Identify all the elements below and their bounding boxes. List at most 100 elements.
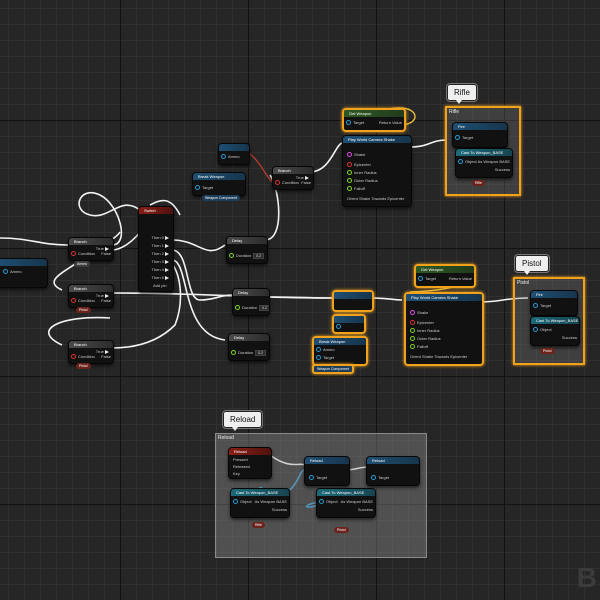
object-pin-icon [533,327,538,333]
node-header: Play World Camera Shake [406,294,482,301]
node-header: Get Weapon [344,110,404,117]
vector-pin-icon [410,320,415,326]
bool-pin-icon [71,354,76,360]
delay-node-b[interactable]: Delay Duration 0.2 [232,288,270,316]
object-pin-icon [336,324,341,330]
weapon-component-variable[interactable]: Weapon Component [312,364,355,374]
node-header [0,259,47,266]
float-pin-icon [235,305,240,311]
ammo-variable[interactable]: Ammo [74,261,91,267]
branch-node-low[interactable]: Branch True Condition False [68,340,114,364]
break-weapon-node-pistol-top[interactable] [332,290,374,312]
break-weapon-node[interactable]: Break Weapon Target [192,172,246,196]
reload-cast-node-b[interactable]: Cast To Weapon_BASE Object As Weapon BAS… [316,488,376,518]
delay-node-c[interactable]: Delay Duration 0.2 [228,333,270,361]
vector-pin-icon [347,162,352,168]
pistol-ammo-node[interactable] [332,314,366,334]
object-pin-icon [346,120,351,126]
rifle-get-weapon-node[interactable]: Get Weapon Target Return Value [342,108,406,132]
duration-field[interactable]: 0.2 [259,305,269,311]
reload-call-node-a[interactable]: Reload Target [304,456,350,486]
node-header: Cast To Weapon_BASE [231,489,289,496]
comment-title: Pistol [517,280,530,286]
node-header: Delay [227,237,267,244]
exec-pin-icon [165,275,169,280]
object-pin-icon [455,135,460,141]
pistol-variable[interactable]: Pistol [76,363,91,369]
branch-node-mid[interactable]: Branch True Condition False [68,284,114,308]
exec-wire [409,139,448,148]
rifle-variable[interactable]: Rifle [252,522,266,528]
float-pin-icon [347,178,352,184]
node-header: Fire [453,123,507,130]
node-header: Reload [367,457,419,464]
rifle-variable[interactable]: Rifle [472,180,486,186]
pistol-cast-node[interactable]: Cast To Weapon_BASE Object Success [530,316,580,346]
node-header: Delay [233,289,269,296]
exec-pin-icon [165,243,169,248]
add-pin-button[interactable]: Add pin [153,283,167,288]
rifle-fire-node[interactable]: Fire Target [452,122,508,148]
pin-label: Ammo [10,269,22,274]
object-pin-icon [319,499,324,505]
object-pin-icon [195,185,200,191]
pistol-variable[interactable]: Pistol [540,348,555,354]
object-pin-icon [3,269,8,275]
delay-node-a[interactable]: Delay Duration 0.2 [226,236,268,264]
object-pin-icon [418,276,423,282]
pistol-camera-shake-node[interactable]: Play World Camera Shake Shake Epicenter … [404,292,484,366]
pistol-variable[interactable]: Pistol [76,307,91,313]
bool-pin-icon [71,298,76,304]
class-pin-icon [347,152,352,158]
node-header: Reload [305,457,349,464]
exec-wire [371,297,403,301]
node-header: Cast To Weapon_BASE [456,149,512,156]
exec-pin-icon [165,259,169,264]
exec-wire [171,239,226,252]
object-pin-icon [458,159,463,165]
break-weapon-node-pistol[interactable]: Break Weapon Ammo Target [312,336,368,366]
left-input-node[interactable]: Ammo [0,258,48,288]
duration-field[interactable]: 0.2 [253,253,264,259]
break-weapon-node-top[interactable]: Ammo [218,143,250,165]
duration-field[interactable]: 0.2 [255,350,266,356]
float-pin-icon [410,328,415,334]
float-pin-icon [229,253,234,259]
pistol-fire-node[interactable]: Fire Target [530,290,578,316]
pistol-variable[interactable]: Pistol [334,527,349,533]
rifle-branch-node[interactable]: Branch True Condition False [272,166,314,190]
exec-wire [0,237,69,246]
branch-node-top[interactable]: Branch True Condition False [68,237,114,261]
comment-bubble-reload: Reload [223,411,263,431]
object-pin-icon [316,347,321,353]
pistol-get-weapon-node[interactable]: Get Weapon Target Return Value [414,264,476,288]
node-header: Branch [69,285,113,292]
float-pin-icon [347,186,352,192]
reload-call-node-b[interactable]: Reload Target [366,456,420,486]
rifle-cast-node[interactable]: Cast To Weapon_BASE Object As Weapon BAS… [455,148,513,178]
node-header: Fire [531,291,577,298]
object-pin-icon [371,475,376,481]
switch-node[interactable]: Switch Then 0 Then 1 Then 2 Then 3 Then … [138,206,174,292]
object-pin-icon [309,475,314,481]
comment-bubble-rifle: Rifle [447,84,478,104]
node-header: Reload [229,448,271,455]
object-pin-icon [533,303,538,309]
node-header: Get Weapon [416,266,474,273]
node-header: Branch [69,238,113,245]
float-pin-icon [410,336,415,342]
rifle-camera-shake-node[interactable]: Play World Camera Shake Shake Epicenter … [342,135,412,207]
node-header: Break Weapon [314,338,366,345]
watermark: B [576,562,598,593]
bool-pin-icon [71,251,76,257]
reload-cast-node-a[interactable]: Cast To Weapon_BASE Object As Weapon BAS… [230,488,290,518]
bool-pin-icon [275,180,280,186]
weapon-component-variable[interactable]: Weapon Component [202,195,241,201]
reload-input-event-node[interactable]: Reload Pressed Released Key [228,447,272,479]
node-header: Branch [273,167,313,174]
exec-pin-icon [165,251,169,256]
exec-wire [309,142,343,173]
node-header: Cast To Weapon_BASE [531,317,579,324]
node-header: Delay [229,334,269,341]
float-pin-icon [231,350,236,356]
